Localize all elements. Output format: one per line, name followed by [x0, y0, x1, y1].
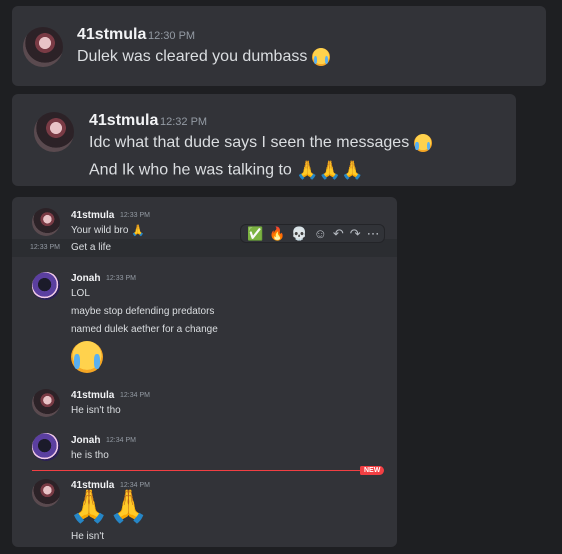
loudly-crying-face-icon	[311, 48, 330, 66]
message-text: LOL	[71, 288, 90, 299]
message-text: Your wild bro 🙏	[71, 224, 145, 237]
more-options-icon[interactable]: ⋯	[367, 227, 380, 240]
forward-icon[interactable]: ↷	[350, 227, 361, 240]
message-body: Your wild bro	[71, 225, 129, 237]
message-text: He isn't tho	[71, 405, 121, 416]
avatar[interactable]	[23, 27, 63, 67]
message-card-1: 41stmula 12:30 PM Dulek was cleared you …	[12, 6, 546, 86]
message-body: Idc what that dude says I seen the messa…	[89, 134, 410, 152]
message-card-2: 41stmula 12:32 PM Idc what that dude say…	[12, 94, 516, 186]
timestamp: 12:34 PM	[120, 392, 150, 399]
avatar[interactable]	[32, 433, 60, 461]
folded-hands-icon: 🙏🙏	[69, 488, 149, 524]
check-mark-reaction-icon[interactable]: ✅	[247, 227, 263, 240]
message-card-3: 41stmula 12:33 PM Your wild bro 🙏 ✅ 🔥 💀 …	[12, 197, 397, 547]
message-line-2: And Ik who he was talking to 🙏🙏🙏	[89, 160, 363, 181]
add-reaction-icon[interactable]: ☺	[314, 227, 327, 240]
message-text: Dulek was cleared you dumbass	[77, 48, 330, 66]
reply-icon[interactable]: ↶	[333, 227, 344, 240]
message-body: Dulek was cleared you dumbass	[77, 48, 308, 66]
username[interactable]: 41stmula	[89, 112, 158, 130]
message-body: And Ik who he was talking to	[89, 161, 292, 179]
avatar[interactable]	[32, 272, 60, 300]
avatar[interactable]	[32, 389, 60, 417]
avatar[interactable]	[32, 479, 60, 507]
username[interactable]: 41stmula	[71, 390, 114, 401]
avatar[interactable]	[32, 208, 60, 236]
timestamp: 12:30 PM	[148, 30, 196, 42]
face-with-tears-of-joy-icon	[71, 341, 103, 373]
new-messages-divider	[32, 470, 382, 471]
loudly-crying-face-icon	[413, 134, 432, 152]
timestamp: 12:33 PM	[120, 212, 150, 219]
hover-timestamp: 12:33 PM	[30, 244, 60, 251]
avatar[interactable]	[34, 112, 74, 152]
timestamp: 12:34 PM	[106, 437, 136, 444]
new-badge: NEW	[360, 466, 385, 475]
message-text: he is tho	[71, 450, 109, 461]
message-text: named dulek aether for a change	[71, 324, 218, 335]
fire-reaction-icon[interactable]: 🔥	[269, 227, 285, 240]
timestamp: 12:32 PM	[160, 116, 208, 128]
message-text: Get a life	[71, 242, 112, 253]
folded-hands-icon: 🙏🙏🙏	[296, 160, 364, 180]
timestamp: 12:33 PM	[106, 275, 136, 282]
username[interactable]: 41stmula	[71, 210, 114, 221]
username[interactable]: Jonah	[71, 273, 100, 284]
username[interactable]: 41stmula	[77, 26, 146, 44]
message-action-toolbar: ✅ 🔥 💀 ☺ ↶ ↷ ⋯	[240, 224, 385, 243]
message-text: He isn't	[71, 531, 105, 542]
message-line-1: Idc what that dude says I seen the messa…	[89, 134, 432, 152]
message-text: maybe stop defending predators	[71, 306, 215, 317]
username[interactable]: Jonah	[71, 435, 100, 446]
skull-reaction-icon[interactable]: 💀	[291, 227, 307, 240]
folded-hands-icon: 🙏	[131, 225, 145, 237]
